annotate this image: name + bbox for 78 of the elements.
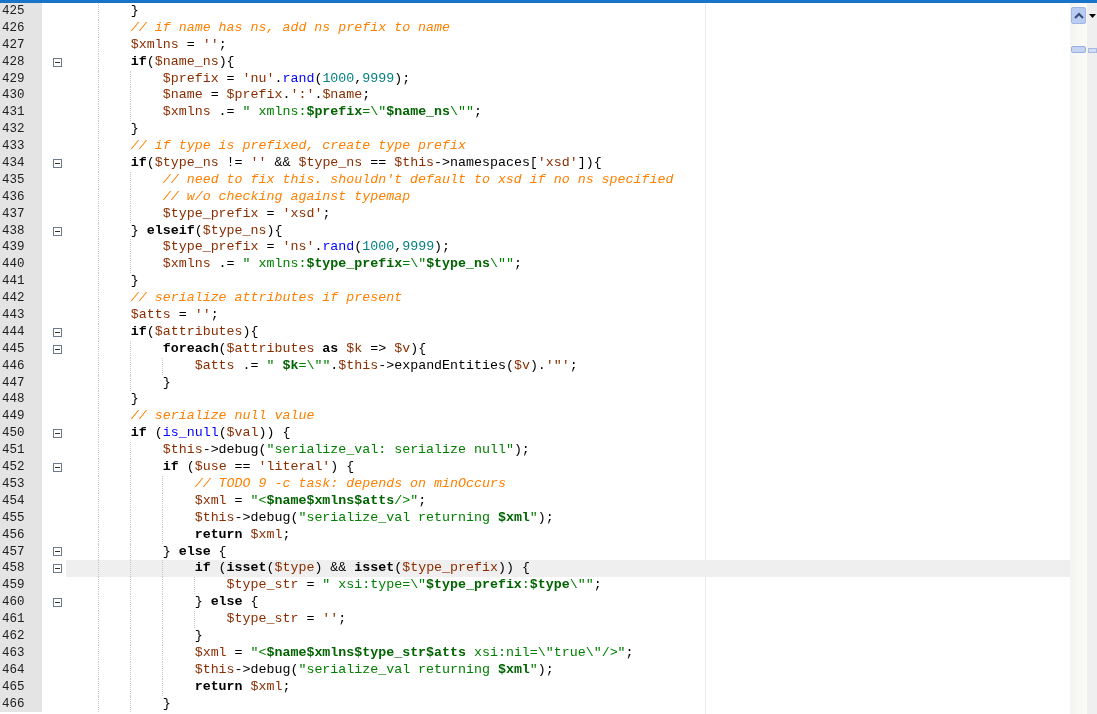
code-line: } elseif($type_ns){ bbox=[129, 222, 283, 238]
code-line: return $xml; bbox=[193, 526, 291, 542]
line-number: 452 bbox=[0, 459, 42, 476]
code-line: $xmlns .= " xmlns:$type_prefix=\"$type_ns\""; bbox=[161, 256, 522, 272]
line-number: 431 bbox=[0, 104, 42, 122]
line-number: 448 bbox=[0, 391, 42, 409]
code-line: } bbox=[129, 3, 139, 18]
line-number: 425 bbox=[0, 3, 42, 20]
code-line: // w/o checking against typemap bbox=[161, 188, 411, 204]
code-line: $xmlns .= " xmlns:$prefix=\"$name_ns\""; bbox=[161, 104, 482, 120]
line-number: 460 bbox=[0, 594, 42, 612]
code-line: $type_prefix = 'xsd'; bbox=[161, 205, 331, 221]
code-line: $atts = ''; bbox=[129, 307, 219, 323]
scroll-up-button[interactable] bbox=[1071, 7, 1086, 24]
code-line: // serialize null value bbox=[129, 408, 315, 424]
line-number: 432 bbox=[0, 121, 42, 139]
code-line: $type_str = ''; bbox=[225, 611, 347, 627]
line-number: 458 bbox=[0, 560, 42, 578]
code-line: $type_str = " xsi:type=\"$type_prefix:$type\""; bbox=[225, 577, 602, 593]
code-line: foreach($attributes as $k => $v){ bbox=[161, 340, 427, 356]
code-line: // need to fix this. shouldn't default to xsd if no ns specified bbox=[161, 171, 674, 187]
code-line: // TODO 9 -c task: depends on minOccurs bbox=[193, 475, 506, 491]
code-line: // serialize attributes if present bbox=[129, 290, 403, 306]
code-line: $atts .= " $k=\"".$this->expandEntities($v).'"'; bbox=[193, 357, 578, 373]
code-line: if (isset($type) && isset($type_prefix)) { bbox=[193, 560, 530, 576]
code-line: if($type_ns != '' && $type_ns == $this->namespaces['xsd']){ bbox=[129, 155, 602, 170]
vertical-scrollbar[interactable] bbox=[1070, 3, 1087, 714]
code-line: $this->debug("serialize_val returning $xml"); bbox=[193, 661, 554, 677]
code-line: } bbox=[161, 374, 171, 390]
split-handle[interactable] bbox=[1087, 48, 1097, 53]
dropdown-caret-icon[interactable] bbox=[1088, 14, 1096, 18]
collapse-icon[interactable] bbox=[52, 158, 62, 168]
code-line: $this->debug("serialize_val: serialize null"); bbox=[161, 442, 530, 458]
code-line: } bbox=[129, 121, 139, 137]
code-line: $this->debug("serialize_val returning $xml"); bbox=[193, 509, 554, 525]
code-line: $xml = "<$name$xmlns$type_str$atts xsi:nil=\"true\"/>"; bbox=[193, 644, 634, 660]
collapse-icon[interactable] bbox=[52, 463, 62, 472]
line-number: 441 bbox=[0, 273, 42, 291]
line-number: 443 bbox=[0, 307, 42, 324]
collapse-icon[interactable] bbox=[52, 344, 62, 354]
code-line: if (is_null($val)) { bbox=[129, 425, 291, 441]
collapse-icon[interactable] bbox=[52, 226, 62, 236]
code-line: } else { bbox=[161, 543, 227, 559]
scroll-thumb[interactable] bbox=[1071, 46, 1086, 53]
collapse-icon[interactable] bbox=[52, 547, 62, 557]
code-line: // if type is prefixed, create type prefix bbox=[129, 138, 466, 154]
collapse-icon[interactable] bbox=[52, 327, 62, 337]
line-number: 450 bbox=[0, 425, 42, 443]
line-number: 433 bbox=[0, 138, 42, 155]
line-number: 459 bbox=[0, 577, 42, 595]
code-line: if ($use == 'literal') { bbox=[161, 459, 355, 475]
code-line: if($name_ns){ bbox=[129, 53, 235, 69]
code-line: // if name has ns, add ns prefix to name bbox=[129, 19, 450, 35]
line-number: 451 bbox=[0, 442, 42, 460]
code-line: } bbox=[161, 695, 171, 711]
line-number: 461 bbox=[0, 611, 42, 628]
code-line: return $xml; bbox=[193, 678, 291, 694]
code-line: } else { bbox=[193, 594, 259, 610]
collapse-icon[interactable] bbox=[52, 429, 62, 439]
code-line: $xml = "<$name$xmlns$atts/>"; bbox=[193, 492, 427, 508]
line-number: 442 bbox=[0, 290, 42, 308]
line-number: 440 bbox=[0, 256, 42, 274]
line-number: 449 bbox=[0, 408, 42, 426]
caret-up-icon bbox=[1073, 12, 1084, 19]
line-number: 430 bbox=[0, 87, 42, 105]
code-line: $prefix = 'nu'.rand(1000,9999); bbox=[161, 70, 411, 86]
code-line: } bbox=[129, 273, 139, 289]
collapse-icon[interactable] bbox=[52, 57, 62, 67]
code-line: } bbox=[129, 391, 139, 407]
collapse-icon[interactable] bbox=[52, 564, 62, 574]
line-number: 439 bbox=[0, 239, 42, 257]
collapse-icon[interactable] bbox=[52, 598, 62, 608]
line-number: 434 bbox=[0, 155, 42, 172]
code-line: if($attributes){ bbox=[129, 323, 259, 339]
code-line: $xmlns = ''; bbox=[129, 36, 227, 52]
code-line: } bbox=[193, 627, 203, 643]
code-line: $name = $prefix.':'.$name; bbox=[161, 87, 371, 103]
code-line: $type_prefix = 'ns'.rand(1000,9999); bbox=[161, 239, 451, 255]
